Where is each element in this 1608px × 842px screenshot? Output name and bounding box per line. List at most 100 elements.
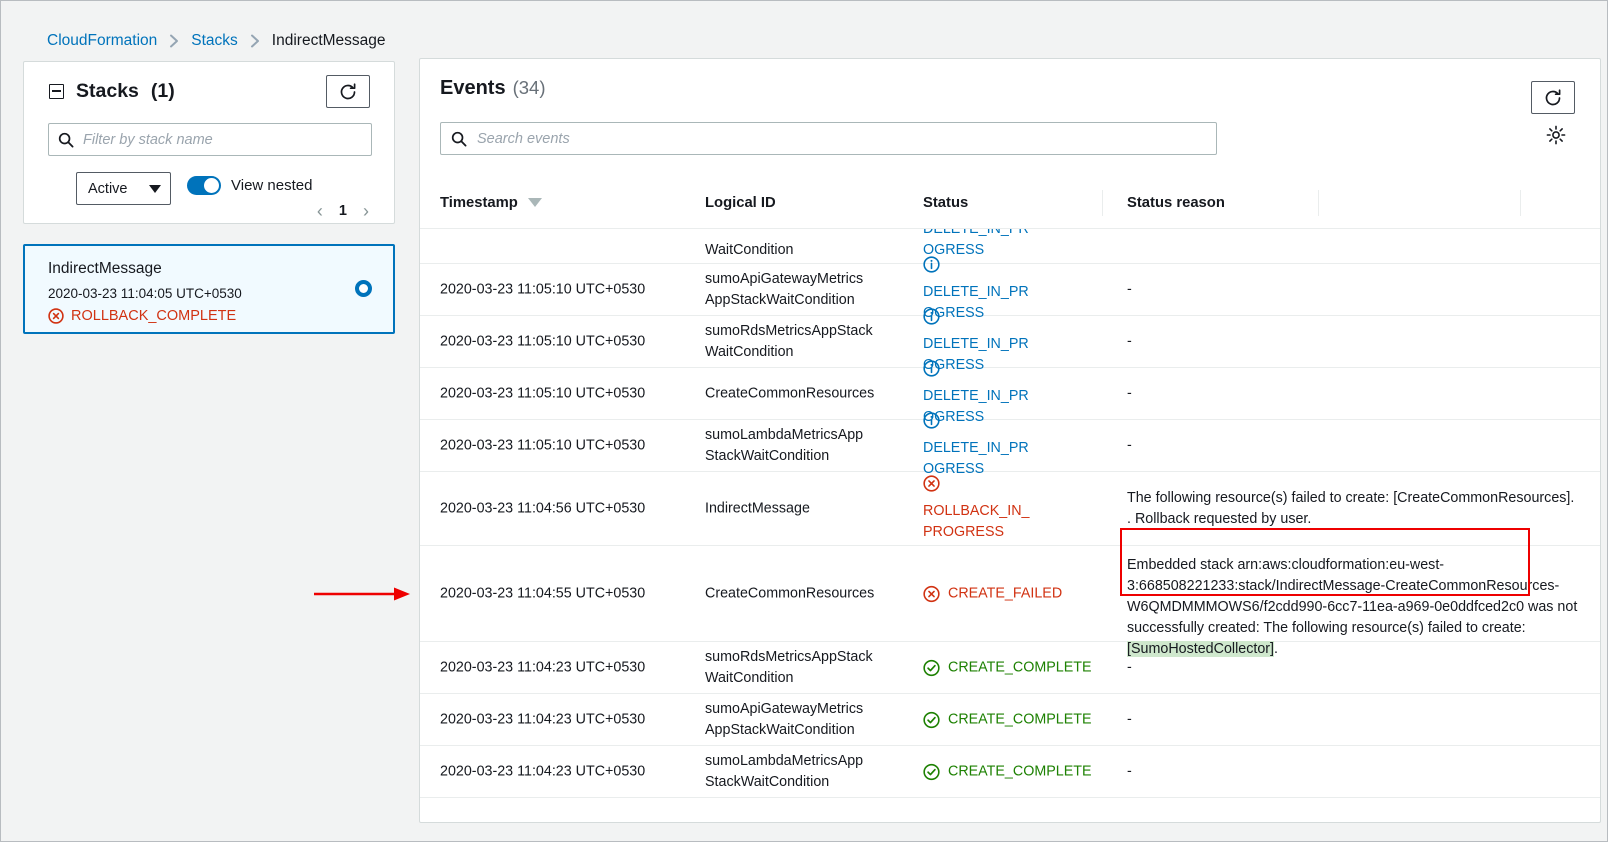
table-row[interactable]: 2020-03-23 11:04:23 UTC+0530 sumoRdsMetri… <box>420 642 1601 694</box>
breadcrumb-item-current: IndirectMessage <box>272 32 386 50</box>
column-header-timestamp[interactable]: Timestamp <box>440 176 685 229</box>
cell-timestamp: 2020-03-23 11:04:23 UTC+0530 <box>440 657 685 678</box>
status-badge: CREATE_COMPLETE <box>948 709 1092 730</box>
column-header-status-reason-label: Status reason <box>1127 195 1225 211</box>
events-title-text: Events <box>440 77 506 100</box>
events-search-input[interactable] <box>477 131 1206 147</box>
column-header-logical-id[interactable]: Logical ID <box>705 176 900 229</box>
cell-timestamp: 2020-03-23 11:05:10 UTC+0530 <box>440 331 685 352</box>
search-icon <box>58 132 74 148</box>
cell-status: CREATE_COMPLETE <box>923 709 1118 730</box>
stack-card-timestamp: 2020-03-23 11:04:05 UTC+0530 <box>48 286 242 301</box>
stacks-panel-title: Stacks (1) <box>49 80 175 103</box>
pagination-current-page: 1 <box>339 203 347 219</box>
cell-status-reason: - <box>1127 761 1582 782</box>
column-header-logical-id-label: Logical ID <box>705 195 776 211</box>
column-header-status-label: Status <box>923 195 968 211</box>
cell-logical-id: WaitCondition <box>705 240 900 261</box>
breadcrumb-item-stacks[interactable]: Stacks <box>191 32 238 50</box>
events-refresh-button[interactable] <box>1531 81 1575 114</box>
check-circle-icon <box>923 711 940 728</box>
cell-logical-id: sumoRdsMetricsAppStackWaitCondition <box>705 647 900 689</box>
events-panel: Events (34) Timestamp <box>419 58 1601 823</box>
cell-status: ROLLBACK_IN_PROGRESS <box>923 475 1118 543</box>
cell-status-reason: The following resource(s) failed to crea… <box>1127 488 1582 530</box>
cell-status: CREATE_COMPLETE <box>923 657 1118 678</box>
info-circle-icon <box>923 256 940 273</box>
status-badge: CREATE_COMPLETE <box>948 761 1092 782</box>
cell-timestamp: 2020-03-23 11:04:23 UTC+0530 <box>440 709 685 730</box>
cell-logical-id: sumoRdsMetricsAppStackWaitCondition <box>705 321 900 363</box>
breadcrumb-separator-icon <box>169 34 179 48</box>
breadcrumb-separator-icon-2 <box>250 34 260 48</box>
stacks-controls-row: Active View nested ‹ 1 › <box>48 172 372 216</box>
stack-status-filter-select[interactable]: Active <box>76 172 171 205</box>
cell-logical-id: IndirectMessage <box>705 498 900 519</box>
view-nested-toggle[interactable]: View nested <box>187 176 312 195</box>
table-row[interactable]: 2020-03-23 11:04:55 UTC+0530CreateCommon… <box>420 546 1601 642</box>
refresh-icon <box>338 82 358 102</box>
stack-filter-container[interactable] <box>48 123 372 156</box>
table-row[interactable]: 2020-03-23 11:04:23 UTC+0530 sumoLambdaMe… <box>420 746 1601 798</box>
sort-descending-icon <box>528 198 542 207</box>
stack-card-name: IndirectMessage <box>48 260 162 278</box>
cell-status-reason: - <box>1127 657 1582 678</box>
cell-logical-id: sumoApiGatewayMetricsAppStackWaitConditi… <box>705 269 900 311</box>
cell-timestamp: 2020-03-23 11:05:10 UTC+0530 <box>440 435 685 456</box>
stacks-pagination: ‹ 1 › <box>317 202 369 220</box>
status-badge: ROLLBACK_IN_PROGRESS <box>923 501 1033 543</box>
status-badge: CREATE_COMPLETE <box>948 657 1092 678</box>
cell-logical-id: sumoApiGatewayMetricsAppStackWaitConditi… <box>705 699 900 741</box>
events-panel-title: Events (34) <box>440 77 546 100</box>
search-icon <box>451 131 467 147</box>
events-table-body: WaitConditionDELETE_IN_PROGRESS2020-03-2… <box>420 229 1601 823</box>
error-circle-icon <box>923 475 940 492</box>
column-header-status-reason[interactable]: Status reason <box>1127 176 1582 229</box>
stack-filter-input[interactable] <box>83 132 362 148</box>
cell-timestamp: 2020-03-23 11:04:55 UTC+0530 <box>440 583 685 604</box>
breadcrumb: CloudFormation Stacks IndirectMessage <box>47 29 386 53</box>
stack-card-status-badge: ROLLBACK_COMPLETE <box>48 308 236 324</box>
events-table-header: Timestamp Logical ID Status Status reaso… <box>420 176 1601 229</box>
cell-timestamp: 2020-03-23 11:04:23 UTC+0530 <box>440 761 685 782</box>
stacks-title-text: Stacks <box>76 80 139 103</box>
cell-status-reason: - <box>1127 279 1582 300</box>
column-header-timestamp-label: Timestamp <box>440 195 518 211</box>
info-circle-icon <box>923 308 940 325</box>
view-nested-switch[interactable] <box>187 176 221 195</box>
check-circle-icon <box>923 763 940 780</box>
cell-logical-id: sumoLambdaMetricsAppStackWaitCondition <box>705 425 900 467</box>
cell-status-reason: - <box>1127 383 1582 404</box>
status-badge: CREATE_FAILED <box>948 583 1062 604</box>
stacks-refresh-button[interactable] <box>326 75 370 108</box>
table-row[interactable]: 2020-03-23 11:04:56 UTC+0530IndirectMess… <box>420 472 1601 546</box>
page-root: CloudFormation Stacks IndirectMessage St… <box>0 0 1608 842</box>
error-circle-icon <box>48 308 64 324</box>
stack-card-radio-selected[interactable] <box>355 280 372 297</box>
cell-logical-id: sumoLambdaMetricsAppStackWaitCondition <box>705 751 900 793</box>
cell-status: DELETE_IN_PROGRESS <box>923 412 1118 480</box>
stack-status-filter-value: Active <box>88 181 128 197</box>
table-row[interactable]: 2020-03-23 11:04:23 UTC+0530 sumoApiGatew… <box>420 694 1601 746</box>
cell-status-reason: - <box>1127 709 1582 730</box>
stacks-panel: Stacks (1) Active <box>23 61 395 224</box>
pagination-previous-icon[interactable]: ‹ <box>317 202 323 220</box>
cell-status: CREATE_COMPLETE <box>923 761 1118 782</box>
view-nested-label: View nested <box>231 177 312 194</box>
gear-icon[interactable] <box>1545 124 1567 146</box>
stack-list-item-indirectmessage[interactable]: IndirectMessage 2020-03-23 11:04:05 UTC+… <box>23 244 395 334</box>
stack-card-status-text: ROLLBACK_COMPLETE <box>71 308 236 324</box>
cell-timestamp: 2020-03-23 11:05:10 UTC+0530 <box>440 279 685 300</box>
table-row[interactable]: 2020-03-23 11:05:10 UTC+0530 sumoLambdaMe… <box>420 420 1601 472</box>
collapse-minus-icon[interactable] <box>49 84 64 99</box>
info-circle-icon <box>923 412 940 429</box>
events-search-container[interactable] <box>440 122 1217 155</box>
cell-timestamp: 2020-03-23 11:05:10 UTC+0530 <box>440 383 685 404</box>
breadcrumb-item-cloudformation[interactable]: CloudFormation <box>47 32 157 50</box>
column-header-status[interactable]: Status <box>923 176 1118 229</box>
cell-status: CREATE_FAILED <box>923 583 1118 604</box>
cell-status-reason: - <box>1127 331 1582 352</box>
stacks-count: (1) <box>151 80 175 103</box>
events-count: (34) <box>513 77 546 99</box>
pagination-next-icon[interactable]: › <box>363 202 369 220</box>
